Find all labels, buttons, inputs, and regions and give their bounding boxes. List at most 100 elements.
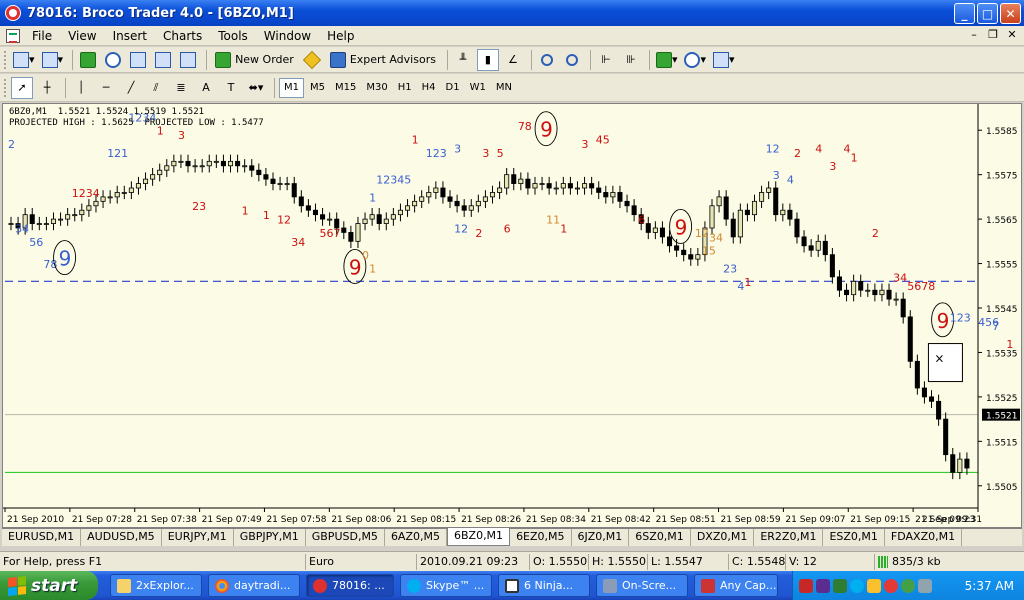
task-skype[interactable]: Skype™ ... bbox=[400, 574, 492, 597]
menu-charts[interactable]: Charts bbox=[155, 27, 210, 45]
bear-candle bbox=[928, 396, 935, 402]
timeframe-m1[interactable]: M1 bbox=[279, 77, 304, 98]
tab-6bz0-m1[interactable]: 6BZ0,M1 bbox=[446, 528, 511, 546]
tab-dxz0-m1[interactable]: DXZ0,M1 bbox=[691, 529, 755, 546]
timeframe-m5[interactable]: M5 bbox=[306, 78, 329, 98]
cursor-tool[interactable]: ➚ bbox=[11, 76, 33, 99]
crosshair-target-icon bbox=[105, 51, 122, 68]
timeframe-mn[interactable]: MN bbox=[492, 78, 516, 98]
new-chart-button[interactable]: ▾ bbox=[11, 49, 37, 71]
bear-candle bbox=[511, 174, 517, 184]
tray-volume-icon[interactable] bbox=[867, 578, 881, 593]
tray-skype-icon[interactable] bbox=[850, 578, 864, 593]
tab-fdaxz0-m1[interactable]: FDAXZ0,M1 bbox=[885, 529, 963, 546]
td-count-label: 7 bbox=[992, 320, 999, 333]
price-chart[interactable]: 2345678 9123412112341 323 1 1 12345679 0112345… bbox=[3, 104, 1024, 527]
x-tick-label: 21 Sep 08:59 bbox=[721, 515, 781, 525]
tab-6jz0-m1[interactable]: 6JZ0,M1 bbox=[572, 529, 630, 546]
tab-gbpusd-m5[interactable]: GBPUSD,M5 bbox=[306, 529, 385, 546]
menu-help[interactable]: Help bbox=[319, 27, 362, 45]
new-order-button[interactable]: New Order bbox=[211, 49, 298, 71]
vertical-line-tool[interactable]: │ bbox=[70, 77, 92, 99]
timeframe-w1[interactable]: W1 bbox=[466, 78, 490, 98]
tray-app-icon[interactable] bbox=[799, 578, 813, 593]
task-anycapture[interactable]: Any Cap... bbox=[694, 574, 778, 597]
text-label-tool[interactable]: T bbox=[220, 77, 242, 99]
data-window-button[interactable] bbox=[127, 49, 149, 71]
timeframe-h1[interactable]: H1 bbox=[394, 78, 416, 98]
terminal-button[interactable] bbox=[152, 49, 174, 71]
menu-insert[interactable]: Insert bbox=[105, 27, 155, 45]
title-bar[interactable]: 78016: Broco Trader 4.0 - [6BZ0,M1] _ □ … bbox=[0, 0, 1024, 26]
menu-tools[interactable]: Tools bbox=[210, 27, 256, 45]
tray-network-icon[interactable] bbox=[833, 578, 847, 593]
tray-chrome-icon[interactable] bbox=[884, 578, 898, 593]
tray-shield-icon[interactable] bbox=[816, 578, 830, 593]
td-count-label: 12345 bbox=[376, 174, 411, 187]
market-watch-button[interactable] bbox=[77, 49, 99, 71]
bull-candle bbox=[560, 183, 566, 189]
bull-candle bbox=[369, 214, 375, 220]
navigator-button[interactable] bbox=[102, 49, 124, 71]
tray-update-icon[interactable] bbox=[901, 578, 915, 593]
close-button[interactable]: ✕ bbox=[1000, 3, 1021, 24]
task-onscreen[interactable]: On-Scre... bbox=[596, 574, 688, 597]
crosshair-tool[interactable]: ┼ bbox=[36, 77, 58, 99]
periods-button[interactable]: ▾ bbox=[682, 49, 708, 71]
metaeditor-button[interactable] bbox=[301, 49, 323, 71]
task-chrome[interactable]: daytradi... bbox=[208, 574, 300, 597]
templates-button[interactable]: ▾ bbox=[711, 49, 737, 71]
expert-advisors-button[interactable]: Expert Advisors bbox=[326, 49, 440, 71]
bull-candle bbox=[93, 200, 99, 207]
maximize-button[interactable]: □ bbox=[977, 3, 998, 24]
bull-candle bbox=[213, 160, 219, 163]
zoom-out-button[interactable] bbox=[561, 49, 583, 71]
tab-gbpjpy-m1[interactable]: GBPJPY,M1 bbox=[234, 529, 306, 546]
profiles-button[interactable]: ▾ bbox=[40, 49, 66, 71]
mdi-restore-button[interactable]: ❐ bbox=[985, 28, 1001, 41]
mdi-minimize-button[interactable]: – bbox=[966, 28, 982, 41]
timeframe-m30[interactable]: M30 bbox=[362, 78, 391, 98]
minimize-button[interactable]: _ bbox=[954, 3, 975, 24]
task-explorer[interactable]: 2xExplor... bbox=[110, 574, 202, 597]
fibonacci-tool[interactable]: ≣ bbox=[170, 77, 192, 99]
tab-6ez0-m5[interactable]: 6EZ0,M5 bbox=[510, 529, 572, 546]
arrows-tool[interactable]: ⬌▾ bbox=[245, 77, 267, 99]
timeframe-d1[interactable]: D1 bbox=[442, 78, 464, 98]
tray-display-icon[interactable] bbox=[918, 578, 932, 593]
tab-er2z0-m1[interactable]: ER2Z0,M1 bbox=[754, 529, 824, 546]
chart-shift-button[interactable]: ⊪ bbox=[620, 49, 642, 71]
status-bar: For Help, press F1 Euro 2010.09.21 09:23… bbox=[0, 551, 1024, 571]
task-ninja[interactable]: 6 Ninja... bbox=[498, 574, 590, 597]
tab-audusd-m5[interactable]: AUDUSD,M5 bbox=[81, 529, 162, 546]
indicators-button[interactable]: ▾ bbox=[654, 49, 680, 71]
chart-window-icon[interactable] bbox=[6, 28, 20, 43]
line-chart-button[interactable]: ∠ bbox=[502, 49, 524, 71]
trendline-tool[interactable]: ╱ bbox=[120, 77, 142, 99]
tab-eurusd-m1[interactable]: EURUSD,M1 bbox=[2, 529, 82, 546]
candlestick-button[interactable]: ▮ bbox=[476, 48, 499, 71]
menu-window[interactable]: Window bbox=[256, 27, 319, 45]
chart-window[interactable]: 2 34 56 78 9 1234 121 1234 1 3 23 1 1 12 34 567 9 0 1 12345… bbox=[2, 103, 1024, 528]
tab-6az0-m5[interactable]: 6AZ0,M5 bbox=[385, 529, 447, 546]
auto-scroll-button[interactable]: ⊩ bbox=[595, 49, 617, 71]
strategy-tester-button[interactable] bbox=[177, 49, 199, 71]
text-tool[interactable]: A bbox=[195, 77, 217, 99]
menu-file[interactable]: File bbox=[24, 27, 60, 45]
bar-chart-button[interactable]: ╨ bbox=[452, 49, 474, 71]
timeframe-m15[interactable]: M15 bbox=[331, 78, 360, 98]
bear-candle bbox=[950, 454, 956, 473]
zoom-in-button[interactable] bbox=[536, 49, 558, 71]
tab-6sz0-m1[interactable]: 6SZ0,M1 bbox=[629, 529, 691, 546]
channel-tool[interactable]: ⫽ bbox=[145, 77, 167, 99]
drawing-toolbar: ➚ ┼ │ ─ ╱ ⫽ ≣ A T ⬌▾ M1 M5 M15 M30 H1 H4… bbox=[0, 74, 1024, 102]
start-button[interactable]: start bbox=[0, 571, 98, 600]
timeframe-h4[interactable]: H4 bbox=[418, 78, 440, 98]
horizontal-line-tool[interactable]: ─ bbox=[95, 77, 117, 99]
tab-eurjpy-m1[interactable]: EURJPY,M1 bbox=[162, 529, 234, 546]
task-broco-trader[interactable]: 78016: ... bbox=[306, 574, 394, 597]
mdi-close-button[interactable]: ✕ bbox=[1004, 28, 1020, 41]
tab-esz0-m1[interactable]: ESZ0,M1 bbox=[823, 529, 885, 546]
menu-view[interactable]: View bbox=[60, 27, 104, 45]
bear-candle bbox=[773, 187, 779, 216]
